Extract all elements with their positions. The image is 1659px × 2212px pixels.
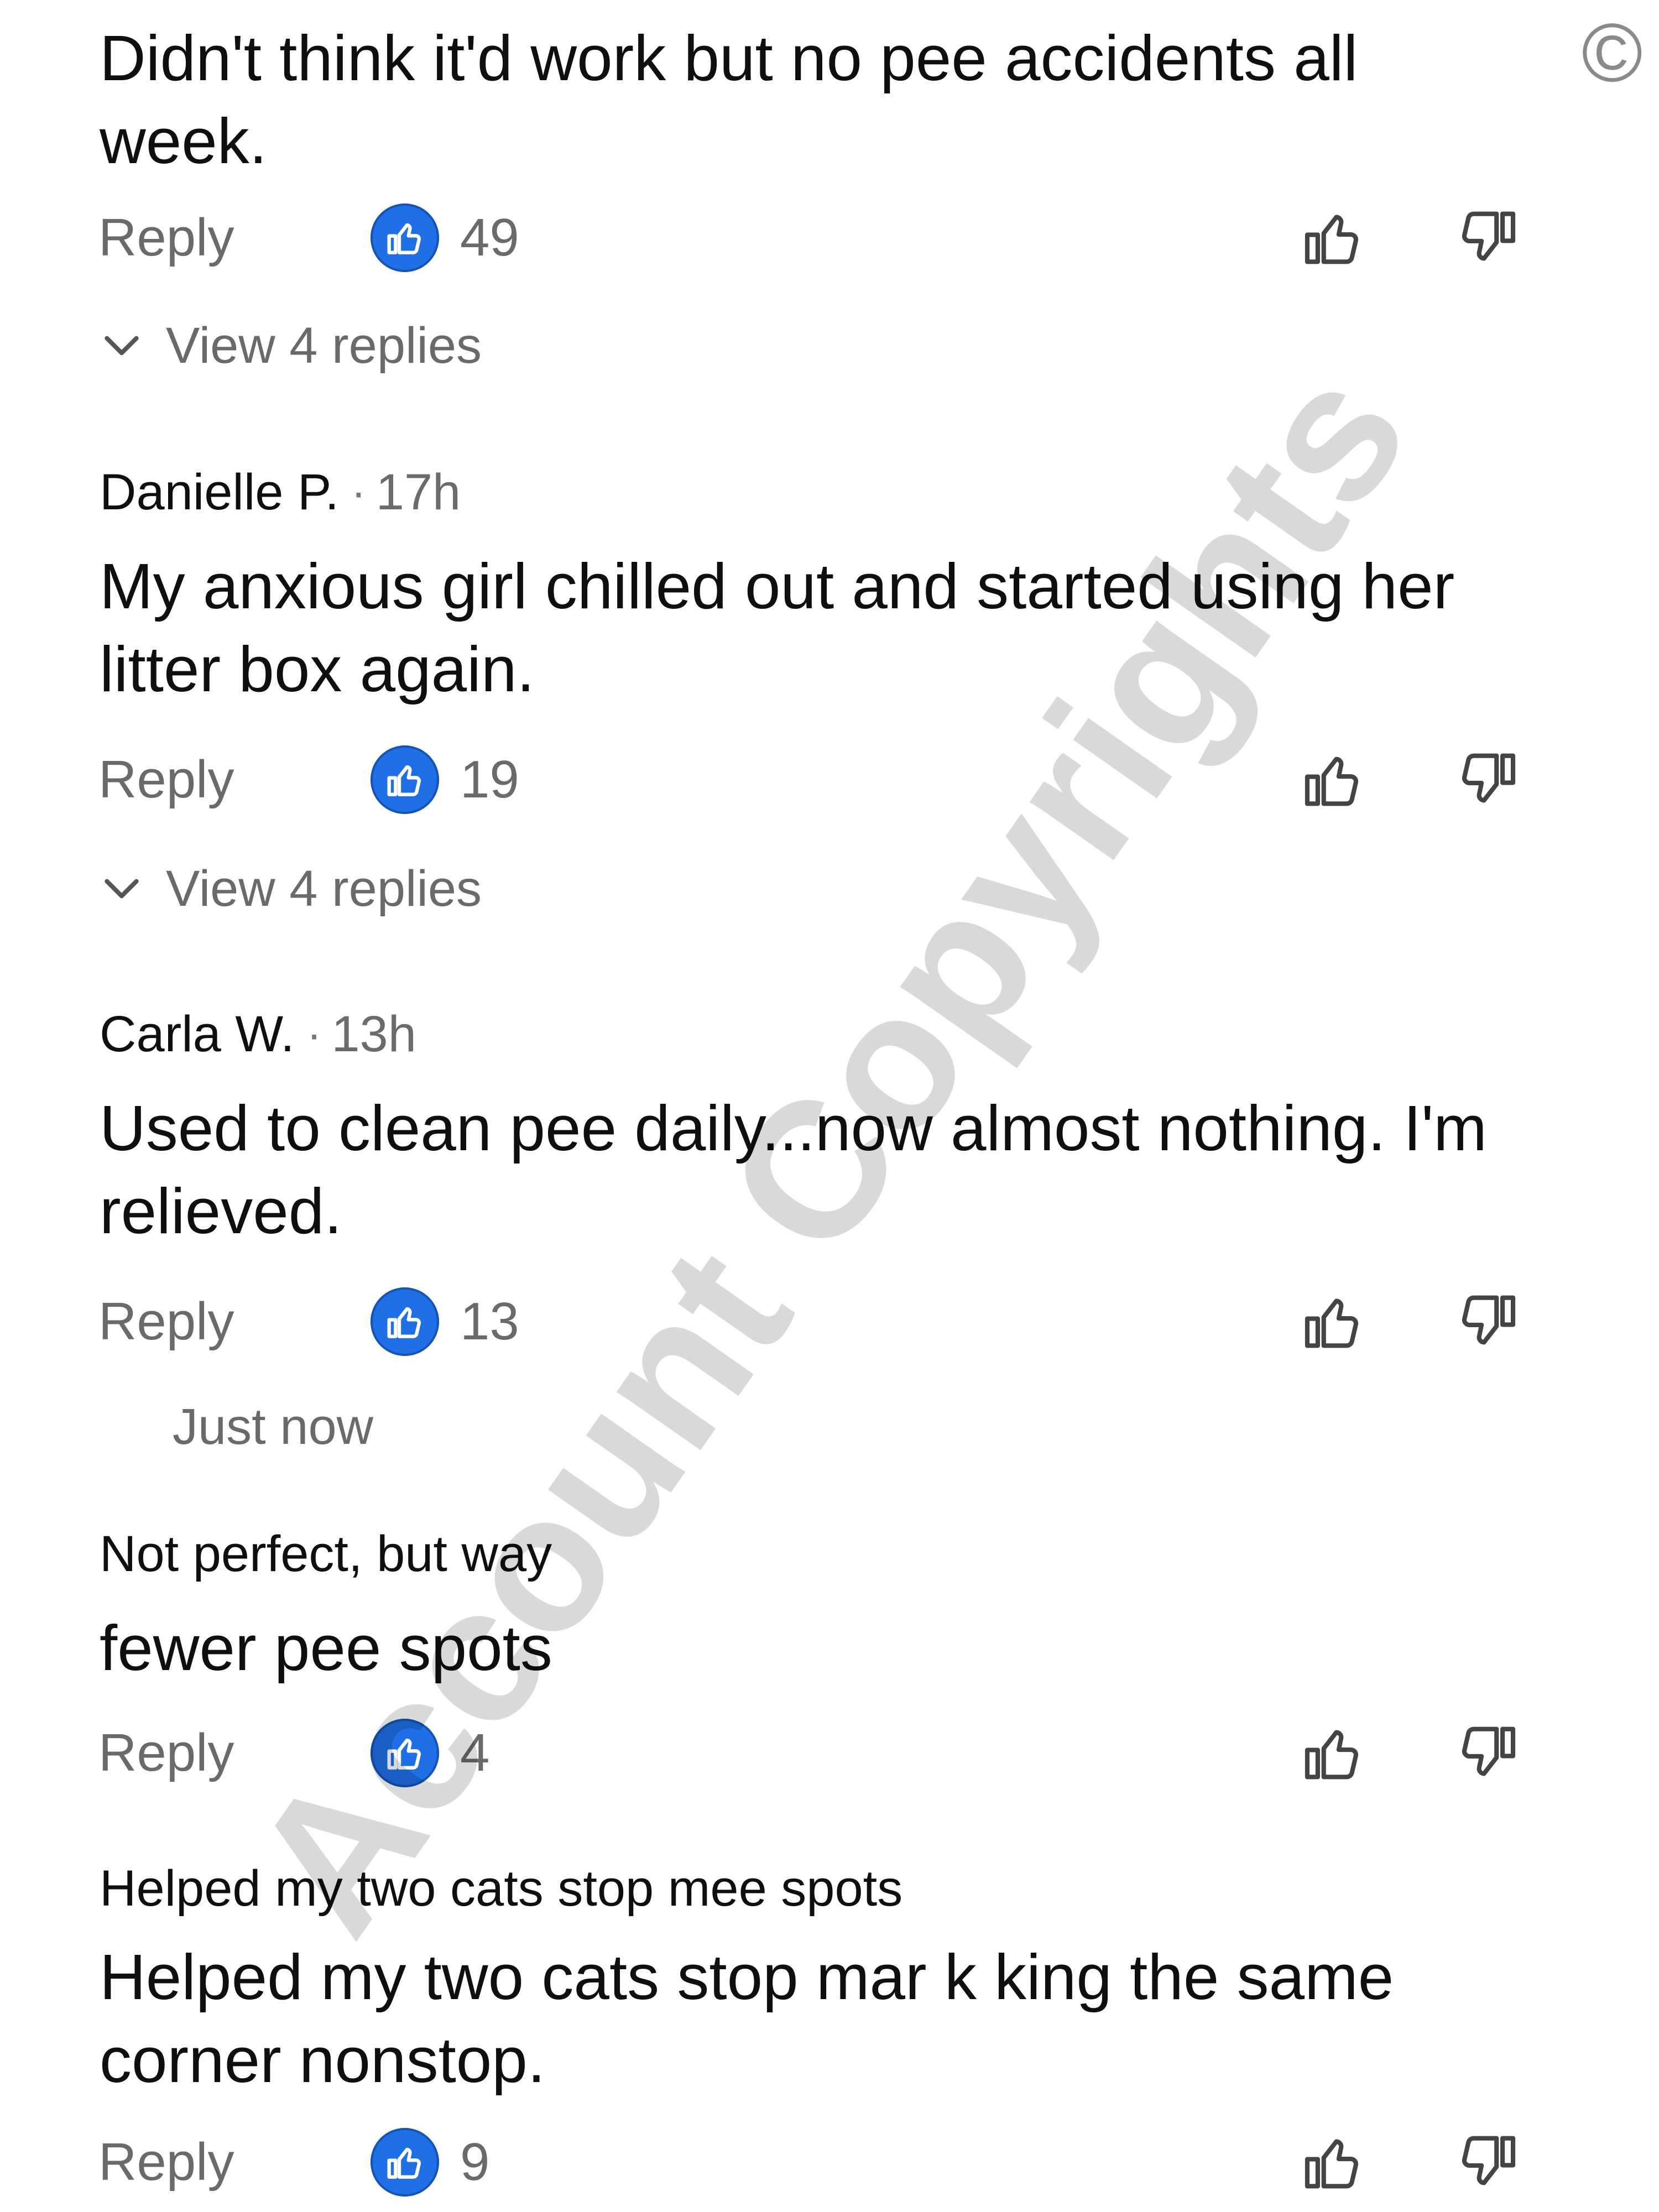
reply-button[interactable]: Reply [98, 1288, 234, 1355]
like-count: 9 [460, 2132, 490, 2192]
comment-actions: Reply 13 [0, 1283, 1659, 1360]
author-name[interactable]: Carla W. [100, 1005, 295, 1063]
comments-screen: © Didn't think it'd work but no pee acci… [0, 0, 1659, 2212]
comment-status: Just now [173, 1399, 374, 1455]
like-count: 19 [460, 750, 519, 809]
like-button[interactable] [1294, 199, 1371, 276]
author-name[interactable]: Danielle P. [100, 463, 339, 521]
dislike-button[interactable] [1449, 741, 1526, 818]
thumbs-up-icon [371, 1719, 439, 1787]
copyright-mark: © [1582, 6, 1643, 99]
dislike-button[interactable] [1449, 1283, 1526, 1360]
comment-header-text: Not perfect, but way [100, 1525, 552, 1582]
thumbs-down-outline-icon [1462, 1726, 1516, 1776]
like-button[interactable] [1294, 1283, 1371, 1360]
like-button[interactable] [1294, 1714, 1371, 1792]
thumbs-up-outline-icon [1305, 1730, 1359, 1780]
comment-text: My anxious girl chilled out and started … [100, 550, 1455, 705]
thumbs-down-outline-icon [1462, 2136, 1516, 2185]
comment-text: Used to clean pee daily...now almost not… [100, 1092, 1487, 1247]
dislike-button[interactable] [1449, 1714, 1526, 1792]
like-count: 4 [460, 1723, 490, 1782]
comment-header-text: Helped my two cats stop mee spots [100, 1860, 903, 1917]
thumbs-down-outline-icon [1462, 753, 1516, 803]
like-button[interactable] [1294, 2124, 1371, 2201]
comment-actions: Reply 4 [0, 1714, 1659, 1792]
view-replies-button[interactable]: View 4 replies [100, 855, 482, 922]
thumbs-down-outline-icon [1462, 1295, 1516, 1345]
dislike-button[interactable] [1449, 199, 1526, 276]
thumbs-up-outline-icon [1305, 215, 1359, 264]
comment-time: 17h [375, 463, 461, 520]
like-count: 13 [460, 1292, 519, 1351]
thumbs-up-outline-icon [1305, 757, 1359, 806]
reply-button[interactable]: Reply [98, 205, 234, 271]
view-replies-label: View 4 replies [166, 860, 482, 917]
comment-time: 13h [331, 1005, 416, 1062]
comment-text: Didn't think it'd work but no pee accide… [100, 22, 1358, 177]
view-replies-button[interactable]: View 4 replies [100, 312, 482, 379]
thumbs-up-icon [371, 204, 439, 272]
comment-header: Not perfect, but way [100, 1524, 552, 1584]
reply-button[interactable]: Reply [98, 747, 234, 813]
comment-meta: Danielle P. · 17h [100, 462, 461, 523]
separator-dot: · [351, 467, 366, 517]
thumbs-up-outline-icon [1305, 1298, 1359, 1348]
view-replies-label: View 4 replies [166, 317, 482, 374]
like-count: 49 [460, 208, 519, 267]
comment-meta: Carla W. · 13h [100, 1004, 416, 1065]
comment-text: fewer pee spots [100, 1612, 552, 1684]
dislike-button[interactable] [1449, 2124, 1526, 2201]
thumbs-up-icon [371, 745, 439, 814]
reply-button[interactable]: Reply [98, 2129, 234, 2195]
thumbs-up-icon [371, 1287, 439, 1356]
comment-actions: Reply 9 [0, 2124, 1659, 2201]
thumbs-up-outline-icon [1305, 2139, 1359, 2189]
comment-header: Helped my two cats stop mee spots [100, 1858, 902, 1919]
thumbs-down-outline-icon [1462, 211, 1516, 261]
comment-actions: Reply 19 [0, 741, 1659, 818]
separator-dot: · [306, 1009, 322, 1058]
comment-text: Helped my two cats stop mar k king the s… [100, 1941, 1394, 2096]
reply-button[interactable]: Reply [98, 1720, 234, 1786]
comment-actions: Reply 49 [0, 199, 1659, 276]
chevron-down-icon [105, 336, 139, 356]
thumbs-up-icon [371, 2128, 439, 2197]
chevron-down-icon [105, 879, 139, 899]
like-button[interactable] [1294, 741, 1371, 818]
